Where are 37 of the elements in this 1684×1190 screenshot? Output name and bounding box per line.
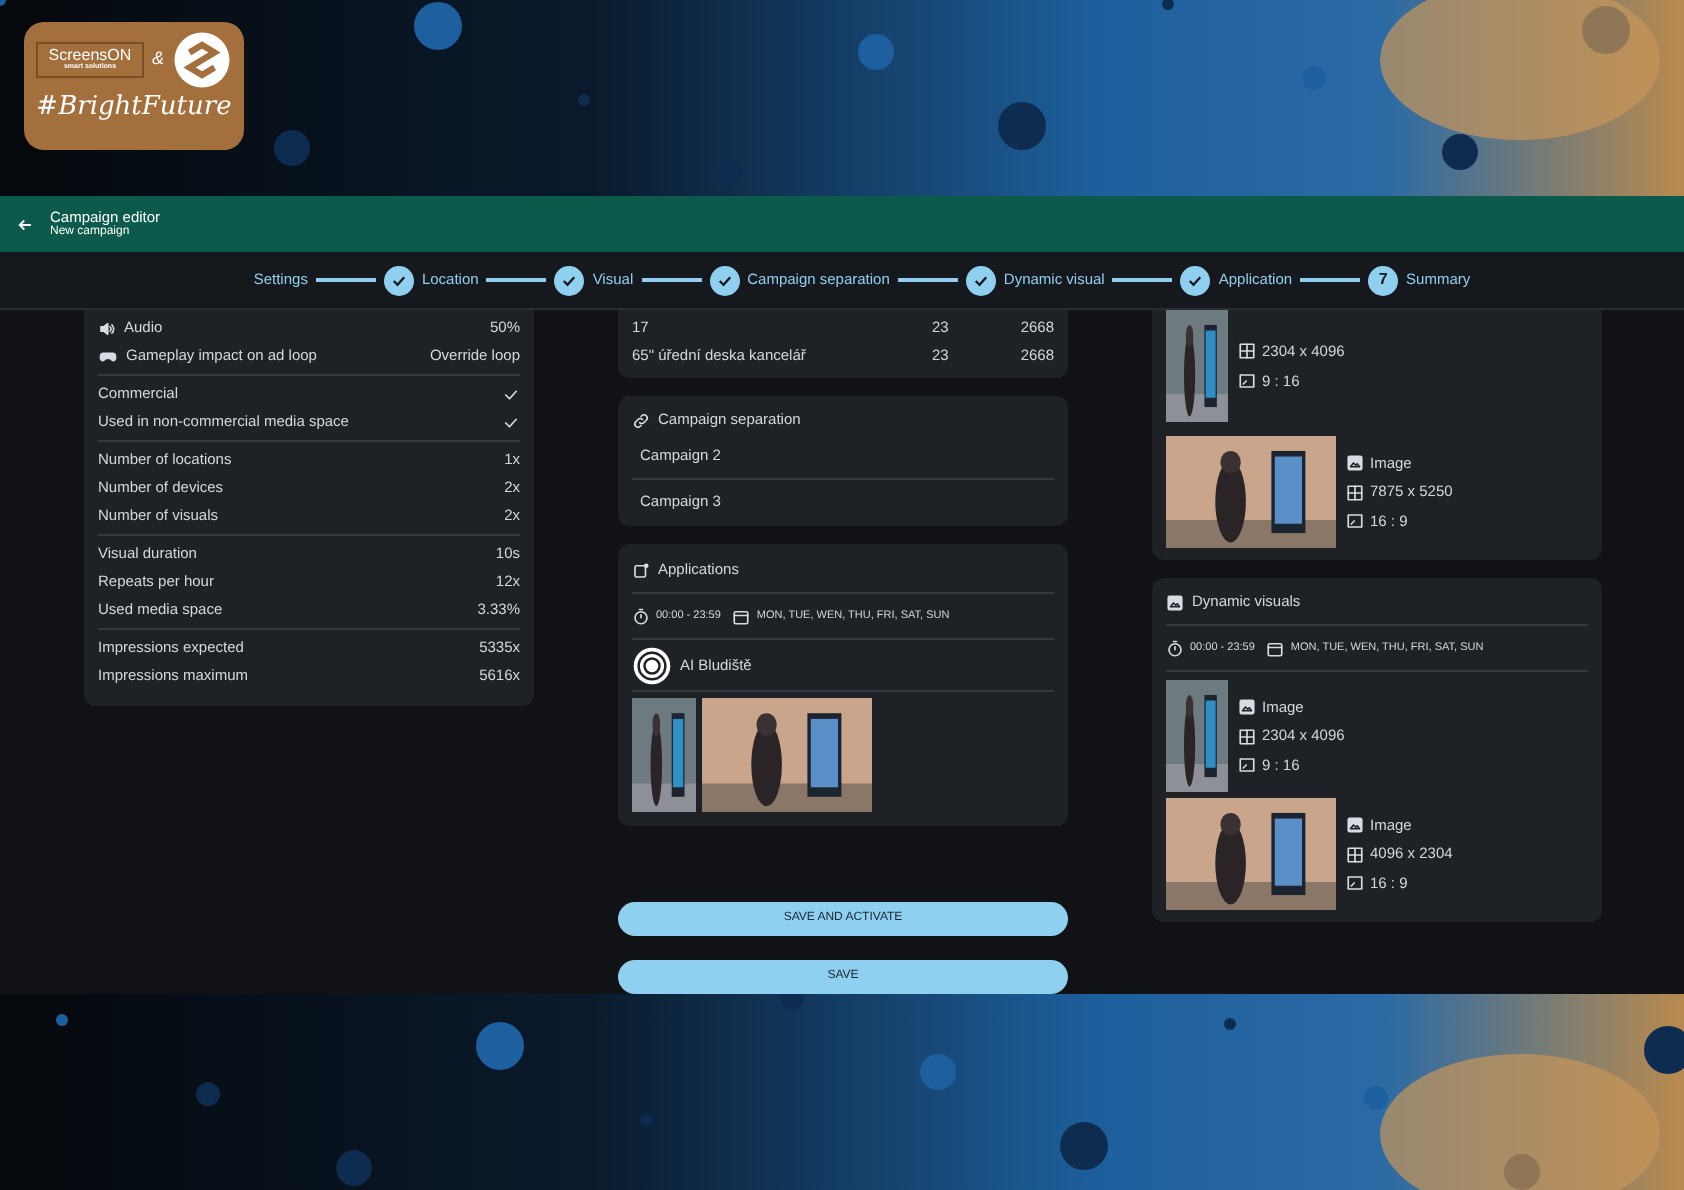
image-icon	[1238, 698, 1256, 717]
speaker-icon	[98, 319, 116, 337]
step-check-icon	[709, 265, 740, 295]
grid-icon	[1238, 727, 1256, 745]
calendar-icon	[1266, 639, 1285, 657]
gamepad-icon	[98, 347, 118, 365]
logo-ampersand: &	[151, 46, 164, 73]
stopwatch-icon	[632, 607, 650, 625]
step-check-icon	[554, 265, 585, 295]
aspect-ratio-icon	[1346, 511, 1364, 530]
step-check-icon	[1180, 265, 1211, 295]
grid-icon	[1346, 483, 1364, 501]
aspect-ratio-icon	[1346, 873, 1364, 892]
grid-icon	[1346, 845, 1364, 863]
step-check-icon	[965, 265, 996, 295]
grid-icon	[1238, 342, 1256, 361]
aspect-ratio-icon	[1238, 371, 1256, 390]
back-arrow-icon[interactable]	[16, 215, 34, 233]
step-number: 7	[1368, 265, 1399, 295]
image-icon	[1346, 454, 1364, 473]
step-connector	[315, 278, 376, 282]
aspect-ratio-icon	[1238, 755, 1256, 774]
logo-brand: ScreensON	[48, 48, 132, 65]
step-connector	[486, 278, 547, 282]
link-icon	[632, 411, 650, 429]
logo-hashtag: #BrightFuture	[36, 94, 232, 120]
app-window-icon	[632, 561, 650, 579]
step-check-icon	[383, 265, 414, 295]
step-connector	[1300, 278, 1361, 282]
step-connector	[897, 278, 958, 282]
step-connector	[1112, 278, 1173, 282]
image-icon	[1346, 816, 1364, 835]
step-connector	[641, 278, 702, 282]
calendar-icon	[732, 607, 751, 625]
image-icon	[1166, 593, 1184, 611]
stopwatch-icon	[1166, 639, 1184, 657]
logo-emblem-icon	[172, 30, 232, 90]
